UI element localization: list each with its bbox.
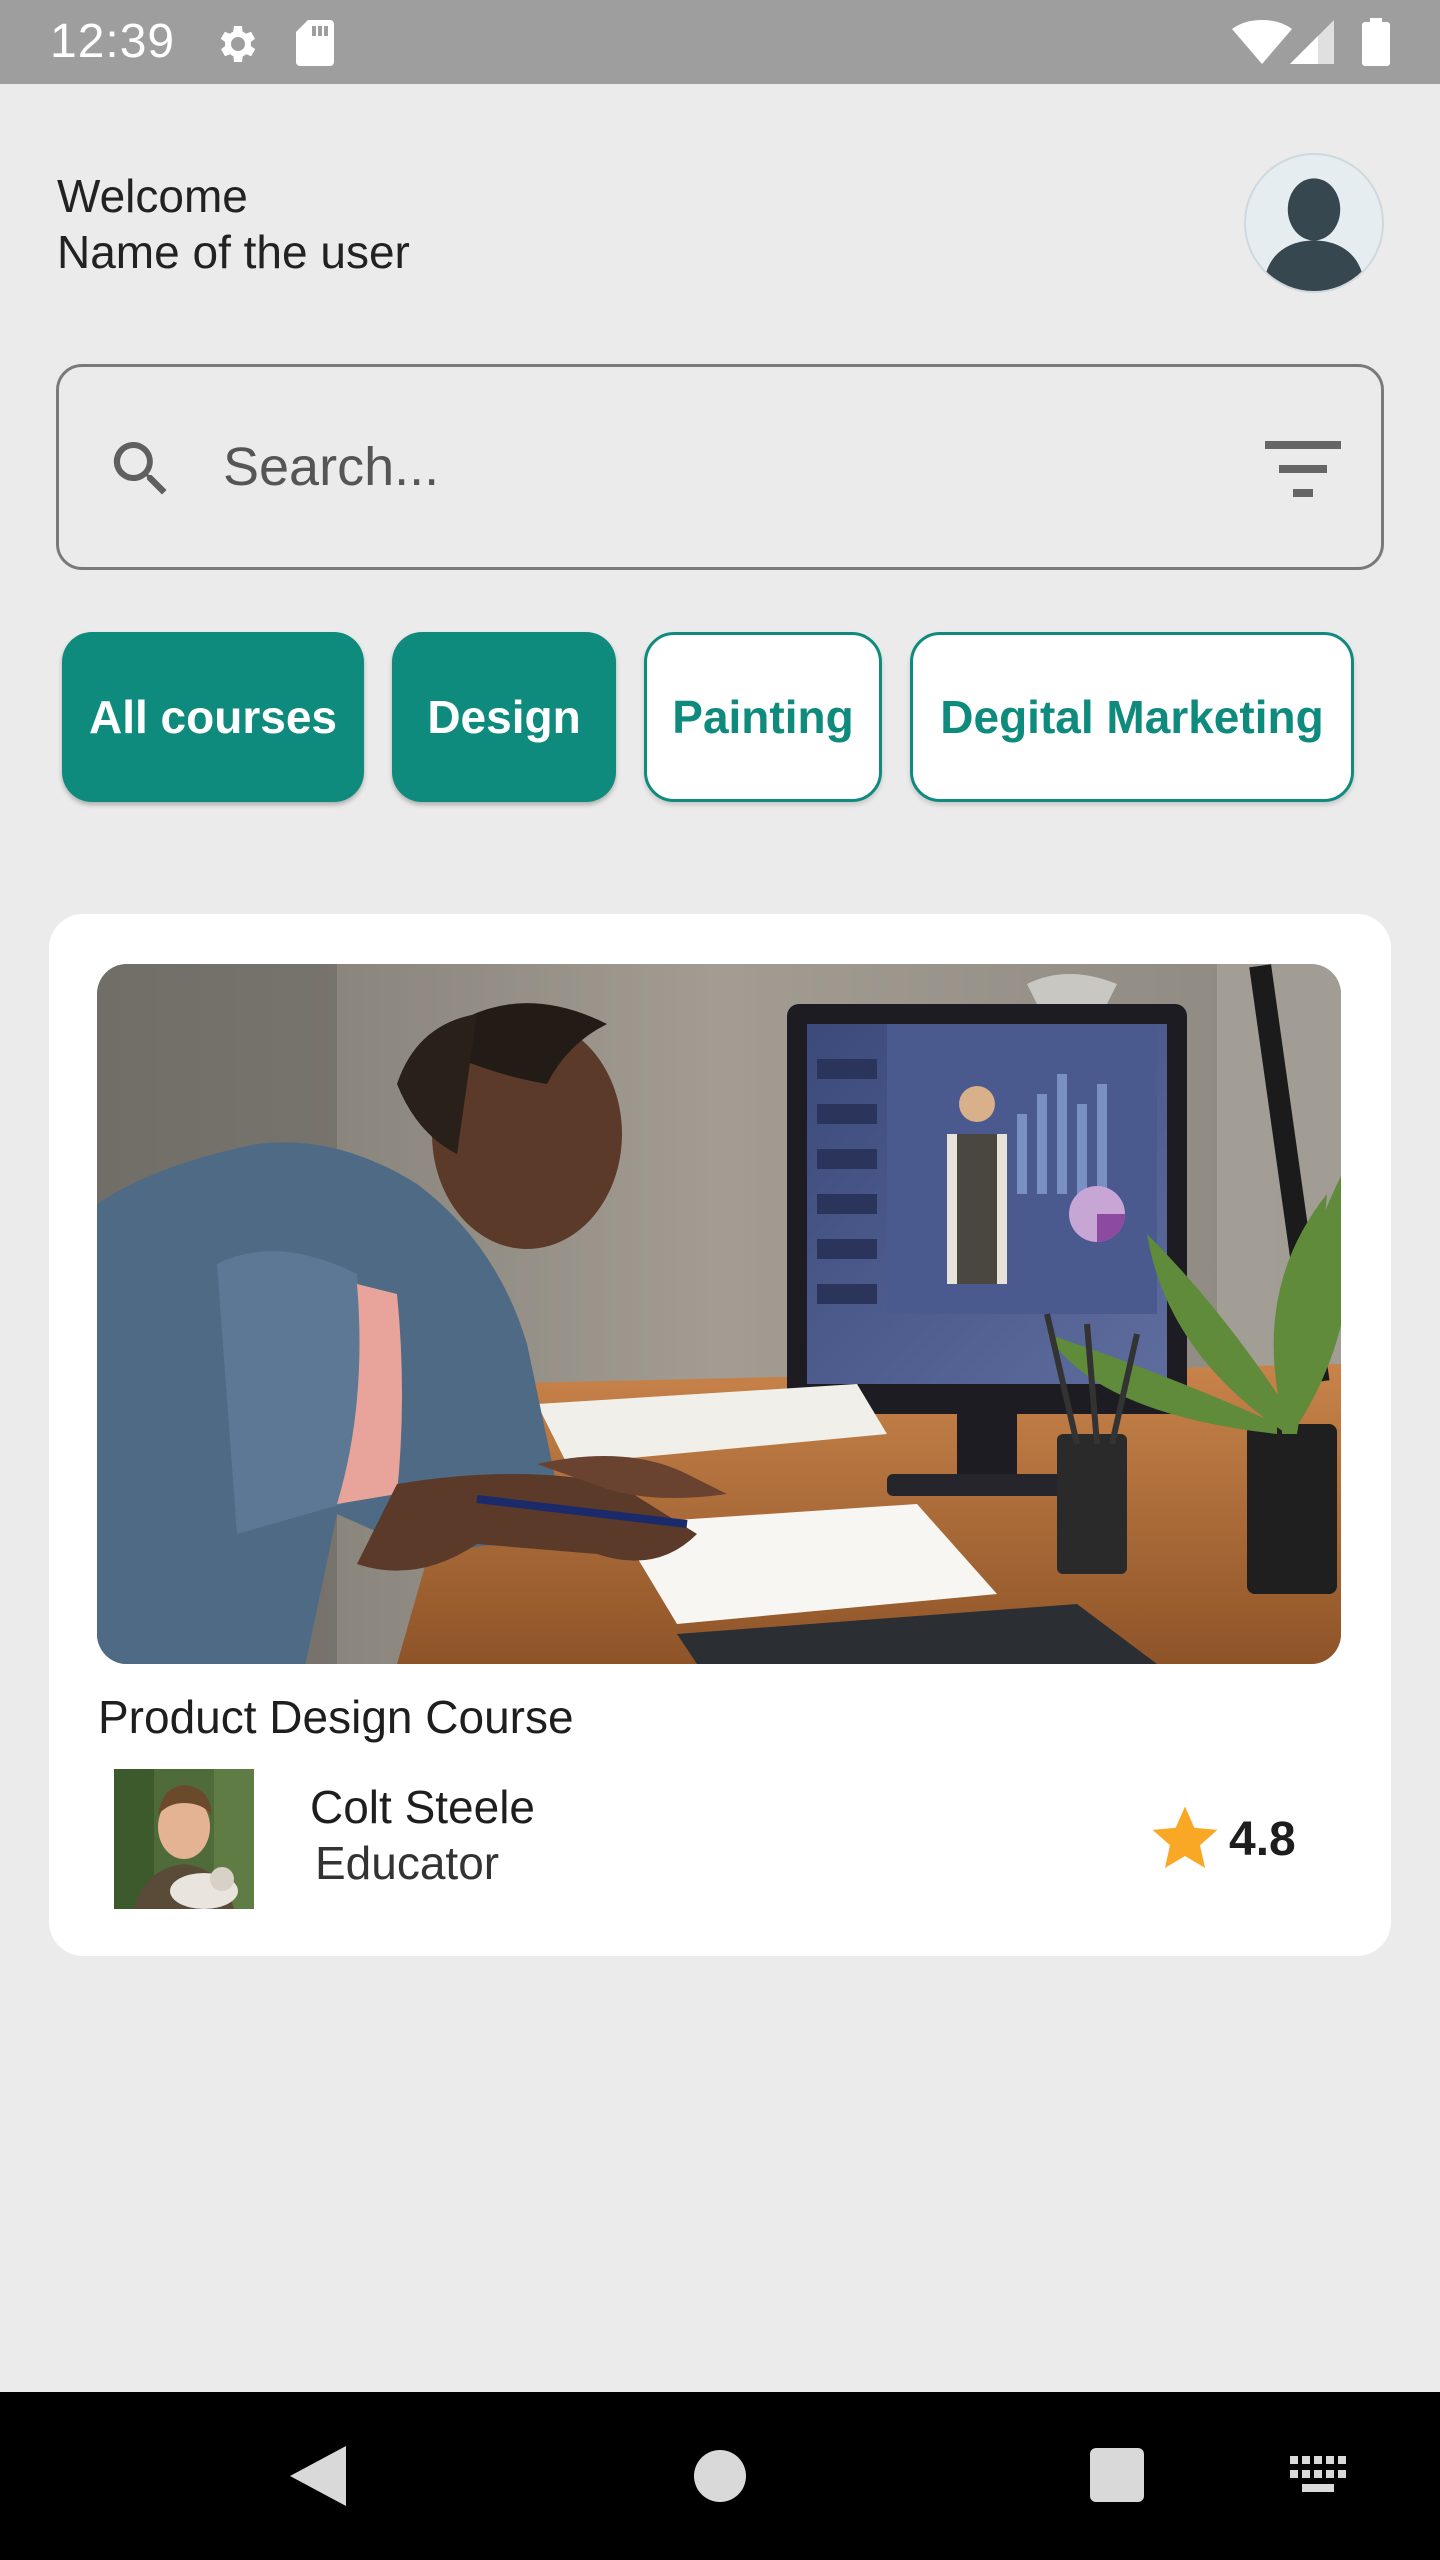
recents-icon[interactable] xyxy=(1090,2448,1144,2502)
status-time: 12:39 xyxy=(50,15,176,68)
person-silhouette-icon xyxy=(1263,178,1365,291)
sd-card-icon xyxy=(296,20,334,66)
welcome-text: Welcome xyxy=(57,170,248,222)
screen: 12:39 Welcome Name of the user Search...… xyxy=(0,0,1440,2560)
search-bar[interactable] xyxy=(56,364,1384,570)
star-icon xyxy=(1152,1806,1218,1868)
category-chip-design[interactable]: Design xyxy=(392,632,616,802)
course-image xyxy=(97,964,1341,1664)
educator-photo xyxy=(114,1769,254,1909)
category-chip-digital-marketing[interactable]: Degital Marketing xyxy=(910,632,1354,802)
course-title: Product Design Course xyxy=(98,1691,574,1743)
filter-icon[interactable] xyxy=(1265,441,1341,499)
avatar[interactable] xyxy=(1244,153,1384,293)
home-icon[interactable] xyxy=(694,2450,746,2502)
category-chip-all-courses[interactable]: All courses xyxy=(62,632,364,802)
category-chip-painting[interactable]: Painting xyxy=(644,632,882,802)
educator-role: Educator xyxy=(315,1837,500,1889)
navigation-bar xyxy=(0,2392,1440,2560)
gear-icon xyxy=(220,26,256,62)
user-name: Name of the user xyxy=(57,226,410,278)
status-bar: 12:39 xyxy=(0,0,1440,84)
search-input[interactable] xyxy=(223,411,1223,523)
course-card[interactable]: Product Design Course Colt Steele Educat… xyxy=(49,914,1391,1956)
keyboard-icon[interactable] xyxy=(1290,2456,1348,2494)
search-icon[interactable] xyxy=(105,433,177,505)
wifi-icon xyxy=(1232,20,1292,64)
battery-icon xyxy=(1362,18,1390,66)
back-icon[interactable] xyxy=(290,2446,346,2506)
cell-signal-icon xyxy=(1290,20,1334,64)
educator-name: Colt Steele xyxy=(310,1781,536,1833)
rating-value: 4.8 xyxy=(1229,1813,1296,1866)
